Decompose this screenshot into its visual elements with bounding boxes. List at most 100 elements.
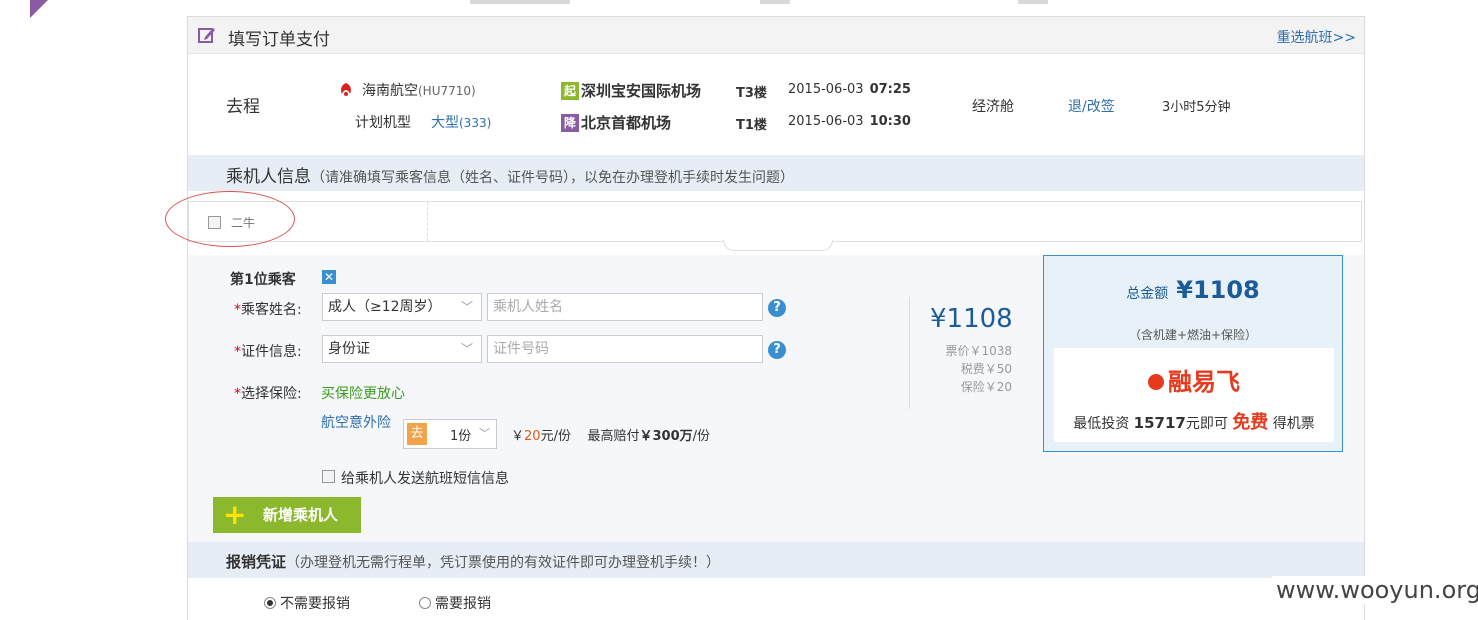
page-title: 填写订单支付: [228, 30, 330, 50]
name-label: *乘客姓名:: [234, 299, 302, 319]
insurance-price-prefix: ￥: [511, 429, 525, 444]
departure-badge: 起: [561, 82, 579, 100]
promo-text: 最低投资 15717元即可 免费 得机票: [1054, 408, 1334, 434]
cropped-text-remnant: [470, 0, 570, 4]
plane-type-label: 计划机型: [355, 115, 411, 131]
arrival-datetime: 2015-06-03 10:30: [788, 114, 911, 129]
insurance-quantity-select[interactable]: 去 1份 ﹀: [403, 419, 497, 449]
promo-logo: 融易飞: [1054, 362, 1334, 397]
required-mark: *: [234, 344, 241, 360]
flight-duration: 3小时5分钟: [1162, 100, 1231, 115]
departure-datetime: 2015-06-03 07:25: [788, 82, 911, 97]
passenger-section-title: 乘机人信息（请准确填写乘客信息（姓名、证件号码），以免在办理登机手续时发生问题）: [226, 162, 794, 187]
insurance-price-summary: 保险￥20: [960, 380, 1012, 394]
tax-price: 税费￥50: [960, 362, 1012, 376]
required-mark: *: [234, 386, 241, 402]
promo-text-prefix: 最低投资: [1073, 416, 1130, 432]
promo-text-mid: 元即可: [1185, 416, 1228, 432]
promo-free: 免费: [1232, 412, 1269, 433]
insurance-max-label: 最高赔付: [587, 429, 640, 444]
expand-tab[interactable]: [723, 240, 833, 251]
age-type-value: 成人（≥12周岁）: [328, 299, 442, 315]
plane-size: 大型: [431, 115, 459, 131]
chevron-down-icon: ﹀: [460, 300, 473, 314]
id-number-input[interactable]: 证件号码: [487, 335, 763, 363]
total-amount-box: 总金额 ¥1108 （含机建+燃油+保险） 融易飞 最低投资 15717元即可 免…: [1043, 255, 1343, 452]
airline-info: 海南航空(HU7710): [362, 80, 476, 100]
insurance-promo: 买保险更放心: [321, 386, 405, 402]
no-reimbursement-radio[interactable]: [264, 597, 276, 609]
reimbursement-heading: 报销凭证: [226, 553, 287, 571]
refund-change-link[interactable]: 退/改签: [1068, 96, 1115, 116]
insurance-label: *选择保险:: [234, 383, 302, 403]
id-type-value: 身份证: [328, 341, 370, 357]
price-divider: [909, 297, 910, 409]
promo-logo-icon: [1148, 373, 1164, 390]
flight-number: (HU7710): [418, 84, 476, 98]
plane-type-link[interactable]: 大型(333): [431, 112, 491, 132]
total-breakdown-note: （含机建+燃油+保险）: [1128, 328, 1258, 342]
passenger-heading: 第1位乘客: [230, 272, 296, 288]
insurance-price: 20: [524, 429, 541, 444]
flight-info: 去程 海南航空(HU7710) 计划机型 大型(333) 起 深圳宝安国际机场 …: [188, 54, 1364, 154]
annotation-circle: [165, 191, 295, 247]
order-panel: 填写订单支付 重选航班>> 去程 海南航空(HU7710) 计划机型 大型(33…: [165, 16, 1365, 620]
promo-banner[interactable]: 融易飞 最低投资 15717元即可 免费 得机票: [1054, 348, 1334, 442]
cropped-text-remnant: [1018, 0, 1048, 4]
passenger-section-bar: 乘机人信息（请准确填写乘客信息（姓名、证件号码），以免在办理登机手续时发生问题）: [188, 155, 1364, 191]
departure-time: 07:25: [869, 82, 911, 97]
arrival-airport: 北京首都机场: [581, 114, 672, 132]
id-type-select[interactable]: 身份证 ﹀: [322, 335, 482, 363]
passenger-name-input[interactable]: 乘机人姓名: [487, 293, 763, 321]
edit-icon: [198, 28, 215, 43]
age-type-select[interactable]: 成人（≥12周岁） ﹀: [322, 293, 482, 321]
no-reimbursement-label: 不需要报销: [280, 596, 350, 612]
order-header: 填写订单支付 重选航班>>: [188, 17, 1364, 54]
passenger-price: ¥1108: [930, 304, 1013, 334]
promo-logo-text: 融易飞: [1168, 367, 1240, 396]
name-label-text: 乘客姓名:: [241, 302, 302, 318]
plane-code: (333): [459, 116, 492, 130]
promo-text-suffix: 得机票: [1272, 416, 1315, 432]
arrival-badge: 降: [561, 114, 579, 132]
insurance-info: ￥20元/份 最高赔付￥300万/份: [511, 425, 710, 444]
divider: [427, 202, 428, 241]
departure-airport: 深圳宝安国际机场: [581, 82, 702, 100]
required-mark: *: [234, 302, 241, 318]
remove-passenger-icon[interactable]: ✕: [322, 270, 336, 284]
id-label: *证件信息:: [234, 341, 302, 361]
total-amount: 总金额 ¥1108: [1044, 276, 1342, 304]
insurance-max-value: ￥300万: [639, 429, 693, 444]
add-passenger-button[interactable]: + 新增乘机人: [213, 497, 361, 533]
sms-label: 给乘机人发送航班短信信息: [341, 471, 509, 487]
help-icon[interactable]: ?: [768, 341, 786, 359]
sms-checkbox[interactable]: [322, 470, 335, 483]
insurance-max-suffix: /份: [692, 429, 711, 444]
add-passenger-label: 新增乘机人: [263, 506, 339, 524]
reimbursement-section-title: 报销凭证（办理登机无需行程单，凭订票使用的有效证件即可办理登机手续！）: [226, 551, 720, 572]
reimbursement-section-bar: 报销凭证（办理登机无需行程单，凭订票使用的有效证件即可办理登机手续！）: [188, 542, 1364, 578]
insurance-type-link[interactable]: 航空意外险: [321, 412, 391, 432]
reimbursement-note: （办理登机无需行程单，凭订票使用的有效证件即可办理登机手续！）: [286, 555, 721, 571]
plus-icon: +: [223, 498, 247, 531]
corner-decoration: [30, 0, 48, 18]
arrival-date: 2015-06-03: [788, 114, 864, 129]
chevron-down-icon: ﹀: [460, 342, 473, 356]
airline-name: 海南航空: [362, 83, 418, 99]
help-icon[interactable]: ?: [768, 299, 786, 317]
insurance-label-text: 选择保险:: [241, 386, 302, 402]
departure-terminal: T3楼: [736, 86, 767, 101]
arrival-time: 10:30: [869, 114, 911, 129]
arrival-terminal: T1楼: [736, 118, 767, 133]
reselect-flight-link[interactable]: 重选航班>>: [1277, 27, 1356, 47]
need-reimbursement-radio[interactable]: [419, 597, 431, 609]
saved-passenger-list: 二牛: [188, 201, 1362, 242]
promo-amount: 15717: [1133, 414, 1186, 432]
need-reimbursement-label: 需要报销: [435, 596, 491, 612]
total-label: 总金额: [1126, 286, 1169, 302]
insurance-price-suffix: 元/份: [540, 429, 571, 444]
cabin-class: 经济舱: [972, 99, 1014, 115]
cropped-text-remnant: [760, 0, 790, 4]
departure-date: 2015-06-03: [788, 82, 864, 97]
ticket-price: 票价￥1038: [945, 344, 1012, 358]
